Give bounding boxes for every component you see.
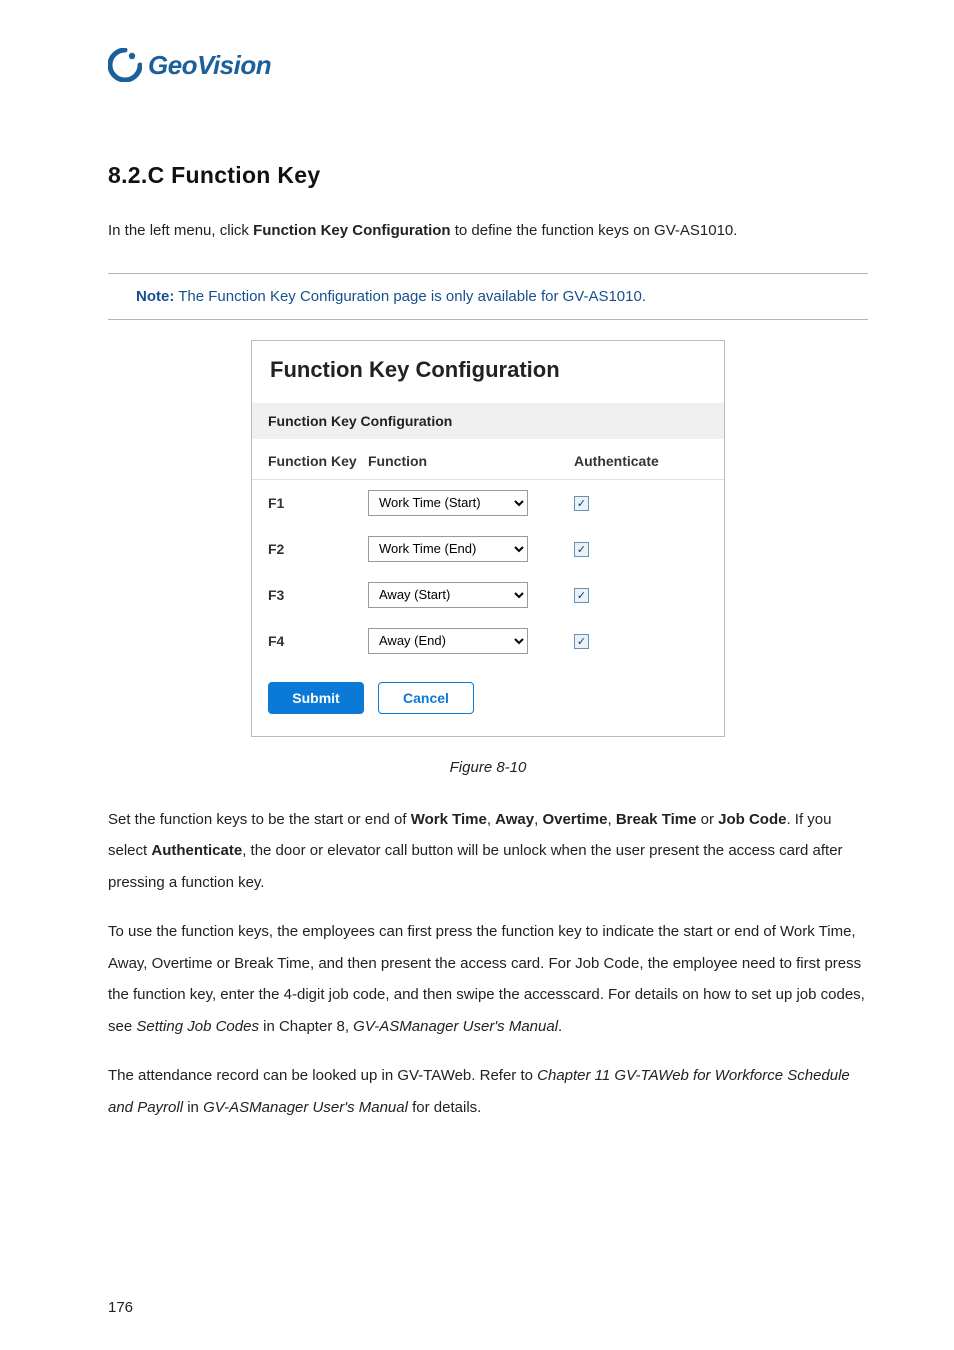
p1-c3: ,: [607, 811, 615, 828]
p1-b5: Job Code: [718, 811, 786, 828]
header-authenticate: Authenticate: [574, 453, 659, 469]
body-paragraph-3: The attendance record can be looked up i…: [108, 1060, 868, 1123]
p1-b1: Work Time: [411, 811, 487, 828]
row-key-label: F4: [268, 633, 368, 649]
intro-bold: Function Key Configuration: [253, 222, 450, 239]
p3-t2: in: [183, 1099, 203, 1116]
authenticate-checkbox-f3[interactable]: ✓: [574, 588, 589, 603]
submit-button[interactable]: Submit: [268, 682, 364, 714]
intro-paragraph: In the left menu, click Function Key Con…: [108, 215, 868, 247]
table-row: F4 Away (End) ✓: [252, 618, 724, 664]
table-row: F3 Away (Start) ✓: [252, 572, 724, 618]
table-row: F2 Work Time (End) ✓: [252, 526, 724, 572]
header-function: Function: [368, 453, 574, 469]
body-paragraph-1: Set the function keys to be the start or…: [108, 804, 868, 899]
authenticate-checkbox-f1[interactable]: ✓: [574, 496, 589, 511]
authenticate-checkbox-f2[interactable]: ✓: [574, 542, 589, 557]
p2-i1: Setting Job Codes: [136, 1018, 259, 1035]
p2-i2: GV-ASManager User's Manual: [353, 1018, 558, 1035]
p3-t1: The attendance record can be looked up i…: [108, 1067, 537, 1084]
note-block: Note: The Function Key Configuration pag…: [108, 273, 868, 320]
config-panel: Function Key Configuration Function Key …: [251, 340, 725, 737]
page-number: 176: [108, 1299, 133, 1316]
function-select-f1[interactable]: Work Time (Start): [368, 490, 528, 516]
figure-caption: Figure 8-10: [108, 759, 868, 776]
note-label: Note:: [136, 288, 174, 305]
body-paragraph-2: To use the function keys, the employees …: [108, 916, 868, 1042]
function-select-f3[interactable]: Away (Start): [368, 582, 528, 608]
row-key-label: F3: [268, 587, 368, 603]
logo-mark-icon: [108, 48, 142, 82]
cancel-button[interactable]: Cancel: [378, 682, 474, 714]
row-key-label: F1: [268, 495, 368, 511]
row-key-label: F2: [268, 541, 368, 557]
intro-text-a: In the left menu, click: [108, 222, 253, 239]
p1-b6: Authenticate: [151, 842, 242, 859]
brand-logo: GeoVision: [108, 48, 868, 82]
function-select-f4[interactable]: Away (End): [368, 628, 528, 654]
panel-subtitle: Function Key Configuration: [252, 403, 724, 439]
p1-c1: ,: [487, 811, 495, 828]
p1-t1: Set the function keys to be the start or…: [108, 811, 411, 828]
logo-text: GeoVision: [148, 50, 271, 81]
function-select-f2[interactable]: Work Time (End): [368, 536, 528, 562]
table-header-row: Function Key Function Authenticate: [252, 439, 724, 480]
p1-b3: Overtime: [542, 811, 607, 828]
p1-c4: or: [696, 811, 718, 828]
header-function-key: Function Key: [268, 453, 368, 469]
p2-t2: in Chapter 8,: [259, 1018, 353, 1035]
note-body: The Function Key Configuration page is o…: [174, 288, 646, 305]
intro-text-c: to define the function keys on GV-AS1010…: [451, 222, 738, 239]
panel-title: Function Key Configuration: [252, 341, 724, 403]
section-heading: 8.2.C Function Key: [108, 162, 868, 189]
p2-t3: .: [558, 1018, 562, 1035]
divider: [108, 319, 868, 320]
p1-b4: Break Time: [616, 811, 697, 828]
table-row: F1 Work Time (Start) ✓: [252, 480, 724, 526]
authenticate-checkbox-f4[interactable]: ✓: [574, 634, 589, 649]
p1-b2: Away: [495, 811, 534, 828]
p3-i2: GV-ASManager User's Manual: [203, 1099, 408, 1116]
p3-t3: for details.: [408, 1099, 481, 1116]
